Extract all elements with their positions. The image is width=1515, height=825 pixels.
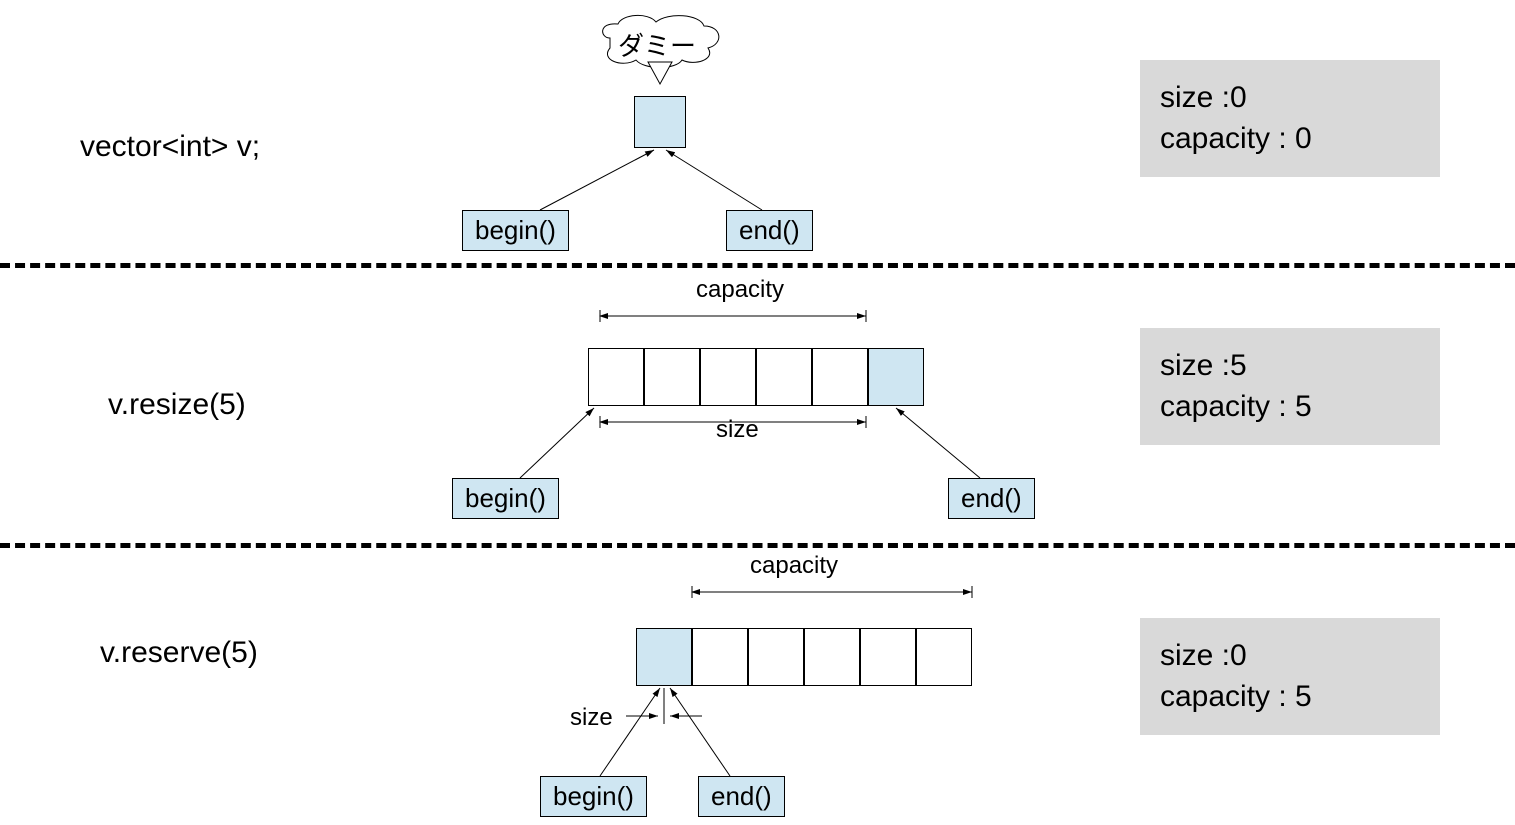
cell-2-0 (588, 348, 644, 406)
code-label-3: v.reserve(5) (100, 636, 258, 670)
info-size-2: size :5 (1160, 346, 1420, 387)
info-size-3: size :0 (1160, 636, 1420, 677)
cell-3-dummy (636, 628, 692, 686)
size-label-3: size (570, 704, 613, 732)
cell-2-4 (812, 348, 868, 406)
cell-3-2 (804, 628, 860, 686)
info-size-1: size :0 (1160, 78, 1420, 119)
cell-2-2 (700, 348, 756, 406)
end-box-3: end() (698, 776, 785, 817)
speech-bubble: ダミー (590, 10, 730, 97)
speech-text: ダミー (618, 26, 696, 63)
capacity-label-3: capacity (750, 552, 838, 580)
cell-dummy (634, 96, 686, 148)
cell-3-4 (916, 628, 972, 686)
panel-reserve: v.reserve(5) capacity size begin() end()… (0, 548, 1515, 825)
cell-2-1 (644, 348, 700, 406)
info-box-3: size :0 capacity : 5 (1140, 618, 1440, 735)
end-box-2: end() (948, 478, 1035, 519)
info-box-2: size :5 capacity : 5 (1140, 328, 1440, 445)
info-box-1: size :0 capacity : 0 (1140, 60, 1440, 177)
end-box-1: end() (726, 210, 813, 251)
cell-2-dummy (868, 348, 924, 406)
size-label-2: size (716, 416, 759, 444)
panel-empty-vector: vector<int> v; ダミー begin() end() size :0… (0, 0, 1515, 260)
info-cap-3: capacity : 5 (1160, 677, 1420, 718)
cell-3-1 (748, 628, 804, 686)
panel-resize: v.resize(5) capacity size begin() end() … (0, 268, 1515, 543)
cell-2-3 (756, 348, 812, 406)
capacity-label-2: capacity (696, 276, 784, 304)
begin-box-1: begin() (462, 210, 569, 251)
begin-box-2: begin() (452, 478, 559, 519)
info-cap-1: capacity : 0 (1160, 119, 1420, 160)
code-label-2: v.resize(5) (108, 388, 246, 422)
code-label-1: vector<int> v; (80, 130, 260, 164)
info-cap-2: capacity : 5 (1160, 387, 1420, 428)
cell-3-3 (860, 628, 916, 686)
begin-box-3: begin() (540, 776, 647, 817)
cell-3-0 (692, 628, 748, 686)
